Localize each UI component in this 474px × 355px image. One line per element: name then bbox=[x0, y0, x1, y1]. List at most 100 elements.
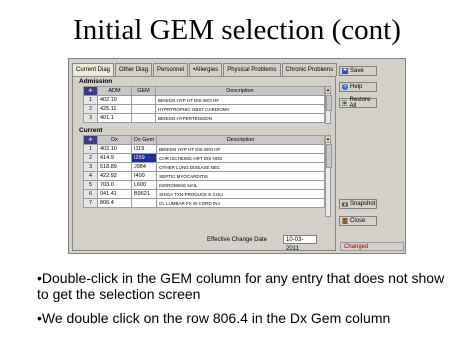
table-row[interactable]: 1 402.10 I119 BENIGN HYP HT DIS W/O HF bbox=[83, 144, 325, 154]
dx-gem-cell[interactable] bbox=[130, 198, 158, 208]
current-label: Current bbox=[79, 127, 103, 134]
dx-gem-cell[interactable]: B9621 bbox=[130, 189, 158, 199]
row-number: 4 bbox=[83, 171, 98, 181]
row-number: 6 bbox=[83, 189, 98, 199]
effective-change-date-label: Effective Change Date bbox=[207, 237, 267, 243]
gem-cell[interactable] bbox=[131, 95, 156, 105]
help-icon: ? bbox=[342, 84, 348, 90]
description-cell[interactable]: BENIGN HYP HT DIS W/O HF bbox=[155, 95, 325, 105]
snapshot-button[interactable]: Snapshot bbox=[339, 199, 377, 209]
admission-scrollbar[interactable]: ▲ bbox=[325, 86, 332, 124]
description-cell[interactable]: CHR ISCHEMIC HRT DIS NOS bbox=[156, 153, 325, 163]
description-cell[interactable]: INGROWING NAIL bbox=[156, 180, 325, 190]
gem-cell[interactable] bbox=[131, 113, 156, 123]
table-row[interactable]: 5 703.0 L600 INGROWING NAIL bbox=[83, 180, 325, 190]
column-header-gem[interactable]: GEM bbox=[131, 86, 156, 96]
dx-code-cell[interactable]: 703.0 bbox=[97, 180, 132, 190]
tab-allergies[interactable]: •Allergies bbox=[189, 63, 223, 76]
tab-chronic-problems[interactable]: Chronic Problems bbox=[281, 63, 338, 76]
table-row[interactable]: 2 414.9 I259 CHR ISCHEMIC HRT DIS NOS bbox=[83, 153, 325, 163]
scroll-thumb[interactable] bbox=[326, 95, 332, 111]
door-icon bbox=[342, 218, 348, 224]
tab-personnel[interactable]: Personnel bbox=[153, 63, 189, 76]
description-cell[interactable]: CL LUMBAR FX W CORD INJ bbox=[156, 198, 325, 208]
slide-bullets: •Double-click in the GEM column for any … bbox=[37, 270, 447, 334]
table-row[interactable]: 3 401.1 BENIGN HYPERTENSION bbox=[83, 113, 325, 123]
current-dx-table: ✣ Dx Dx Gem Description 1 402.10 I119 BE… bbox=[83, 135, 325, 208]
slide-title: Initial GEM selection (cont) bbox=[73, 14, 401, 46]
admission-label: Admission bbox=[79, 78, 113, 85]
effective-change-date-field[interactable]: 10-03-2011 bbox=[283, 235, 317, 252]
table-row[interactable]: 4 422.92 I400 SEPTIC MYOCARDITIS bbox=[83, 171, 325, 181]
column-header-adm[interactable]: ADM bbox=[97, 86, 132, 96]
column-header-dx[interactable]: Dx bbox=[97, 135, 132, 145]
camera-icon bbox=[342, 202, 348, 207]
row-number: 2 bbox=[83, 104, 98, 114]
description-cell[interactable]: BENIGN HYPERTENSION bbox=[155, 113, 325, 123]
select-all-icon[interactable]: ✣ bbox=[83, 135, 98, 145]
row-number: 3 bbox=[83, 113, 98, 123]
dx-gem-cell[interactable]: L600 bbox=[130, 180, 158, 190]
row-number: 1 bbox=[83, 144, 98, 154]
adm-code-cell[interactable]: 401.1 bbox=[97, 113, 132, 123]
table-row[interactable]: 2 425.11 HYPRTROPHIC OBST CARDIOMY bbox=[83, 104, 325, 114]
description-cell[interactable]: HYPRTROPHIC OBST CARDIOMY bbox=[155, 104, 325, 114]
scroll-up-icon[interactable]: ▲ bbox=[326, 136, 330, 143]
save-button-label: Save bbox=[350, 68, 364, 74]
adm-code-cell[interactable]: 425.11 bbox=[97, 104, 132, 114]
gem-cell[interactable] bbox=[131, 104, 156, 114]
adm-code-cell[interactable]: 402.10 bbox=[97, 95, 132, 105]
current-scrollbar[interactable]: ▲ bbox=[325, 135, 332, 217]
row-number: 5 bbox=[83, 180, 98, 190]
dx-gem-cell[interactable]: J984 bbox=[130, 162, 158, 172]
dx-gem-cell[interactable]: I119 bbox=[130, 144, 158, 154]
table-row[interactable]: 7 806.4 CL LUMBAR FX W CORD INJ bbox=[83, 198, 325, 208]
column-header-description[interactable]: Description bbox=[156, 135, 325, 145]
dx-code-cell[interactable]: 041.41 bbox=[97, 189, 132, 199]
snapshot-button-label: Snapshot bbox=[350, 201, 376, 207]
row-number: 2 bbox=[83, 153, 98, 163]
restore-all-button-label: Restore All bbox=[349, 97, 371, 109]
close-button[interactable]: Close bbox=[339, 216, 377, 226]
description-cell[interactable]: OTHER LUNG DISEASE NEC bbox=[156, 162, 325, 172]
description-cell[interactable]: SEPTIC MYOCARDITIS bbox=[156, 171, 325, 181]
restore-icon bbox=[342, 100, 348, 106]
admission-table: ✣ ADM GEM Description 1 402.10 BENIGN HY… bbox=[83, 86, 325, 123]
dx-gem-cell[interactable]: I400 bbox=[130, 171, 158, 181]
diagnosis-window: Current Diag Other Diag Personnel •Aller… bbox=[68, 58, 406, 254]
dx-code-cell[interactable]: 402.10 bbox=[97, 144, 132, 154]
table-row[interactable]: 6 041.41 B9621 SHIGA TXN-PRODUCE E.COLI bbox=[83, 189, 325, 199]
description-cell[interactable]: SHIGA TXN-PRODUCE E.COLI bbox=[156, 189, 325, 199]
row-number: 1 bbox=[83, 95, 98, 105]
description-cell[interactable]: BENIGN HYP HT DIS W/O HF bbox=[156, 144, 325, 154]
bullet-item: •We double click on the row 806.4 in the… bbox=[37, 310, 391, 326]
column-header-dx-gem[interactable]: Dx Gem bbox=[130, 135, 158, 145]
help-button[interactable]: ? Help bbox=[339, 82, 377, 92]
svg-text:?: ? bbox=[344, 85, 347, 90]
scroll-thumb[interactable] bbox=[326, 144, 332, 168]
row-number: 3 bbox=[83, 162, 98, 172]
dx-code-cell[interactable]: 414.9 bbox=[97, 153, 132, 163]
restore-all-button[interactable]: Restore All bbox=[339, 97, 377, 109]
current-diag-panel: Admission ✣ ADM GEM Description 1 402.10… bbox=[72, 76, 336, 252]
close-button-label: Close bbox=[350, 218, 366, 224]
dx-code-cell[interactable]: 422.92 bbox=[97, 171, 132, 181]
dx-code-cell[interactable]: 518.89 bbox=[97, 162, 132, 172]
dx-code-cell[interactable]: 806.4 bbox=[97, 198, 132, 208]
save-button[interactable]: Save bbox=[339, 66, 377, 76]
table-header-row: ✣ ADM GEM Description bbox=[83, 86, 325, 96]
table-row[interactable]: 3 518.89 J984 OTHER LUNG DISEASE NEC bbox=[83, 162, 325, 172]
help-button-label: Help bbox=[350, 84, 363, 90]
scroll-up-icon[interactable]: ▲ bbox=[326, 87, 330, 94]
table-row[interactable]: 1 402.10 BENIGN HYP HT DIS W/O HF bbox=[83, 95, 325, 105]
column-header-description[interactable]: Description bbox=[155, 86, 325, 96]
tab-bar: Current Diag Other Diag Personnel •Aller… bbox=[72, 63, 338, 77]
select-all-icon[interactable]: ✣ bbox=[83, 86, 98, 96]
tab-current-diag[interactable]: Current Diag bbox=[72, 63, 115, 77]
floppy-icon bbox=[342, 68, 348, 74]
row-number: 7 bbox=[83, 198, 98, 208]
dx-gem-cell-selected[interactable]: I259 bbox=[130, 153, 158, 163]
tab-other-diag[interactable]: Other Diag bbox=[115, 63, 153, 76]
status-indicator: Changed bbox=[340, 242, 404, 251]
tab-physical-problems[interactable]: Physical Problems bbox=[223, 63, 281, 76]
